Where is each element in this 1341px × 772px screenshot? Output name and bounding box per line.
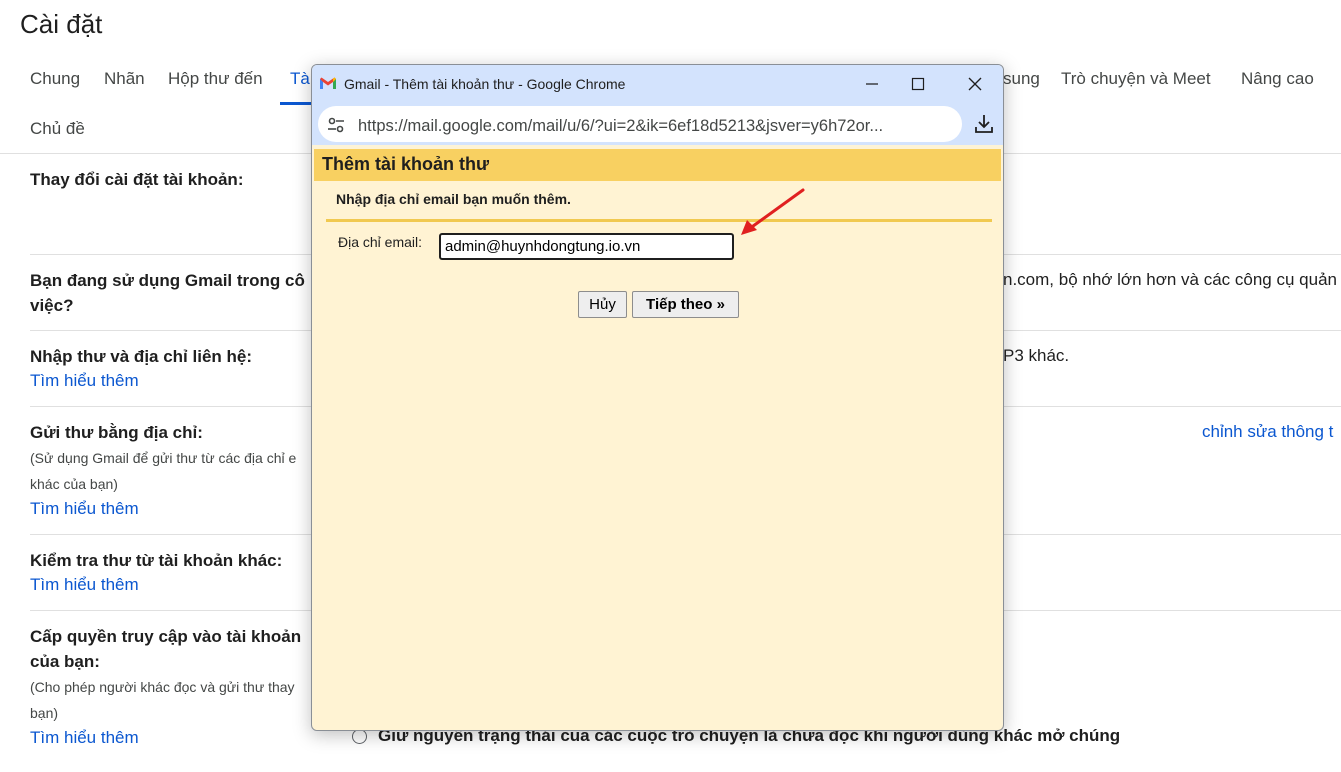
tab-labels[interactable]: Nhãn [104,69,145,89]
url-text[interactable]: https://mail.google.com/mail/u/6/?ui=2&i… [358,117,883,136]
minimize-icon [866,83,878,85]
section-title-import: Nhập thư và địa chỉ liên hệ: [30,347,253,366]
maximize-button[interactable] [895,65,941,103]
section-title-check-mail: Kiểm tra thư từ tài khoản khác: [30,551,283,570]
email-address-label: Địa chỉ email: [338,234,423,250]
dialog-title: Thêm tài khoản thư [322,154,490,174]
cancel-button[interactable]: Hủy [578,291,627,318]
grant-access-note-line2: bạn) [30,705,59,721]
send-as-note: (Sử dụng Gmail để gửi thư từ các địa chỉ… [30,450,297,466]
section-title-grant-access-line2: của bạn: [30,652,100,671]
dialog-instruction: Nhập địa chỉ email bạn muốn thêm. [336,191,571,207]
learn-more-link-send-as[interactable]: Tìm hiểu thêm [30,499,139,519]
tab-chat-meet[interactable]: Trò chuyện và Meet [1061,69,1211,89]
popup-window: Gmail - Thêm tài khoản thư - Google Chro… [311,64,1004,731]
tab-general[interactable]: Chung [30,69,80,89]
edit-info-link[interactable]: chỉnh sửa thông t [1202,422,1333,442]
section-title-workspace: Bạn đang sử dụng Gmail trong cô [30,271,305,290]
close-icon [968,77,982,91]
next-step-button[interactable]: Tiếp theo » [632,291,739,318]
section-title-account-change: Thay đổi cài đặt tài khoản: [30,170,244,189]
learn-more-link-grant-access[interactable]: Tìm hiểu thêm [30,728,139,748]
tab-addons[interactable]: sung [1003,69,1040,89]
email-address-input[interactable] [439,233,734,260]
import-description: P3 khác. [1003,346,1070,365]
annotation-arrow-icon [741,188,805,235]
mark-unread-radio[interactable] [352,729,367,744]
learn-more-link-check-mail[interactable]: Tìm hiểu thêm [30,575,139,595]
gmail-icon [320,77,336,89]
section-title-grant-access: Cấp quyền truy cập vào tài khoản [30,627,302,646]
dialog-body: Nhập địa chỉ email bạn muốn thêm. Địa ch… [314,181,1001,730]
send-as-note-line2: khác của bạn) [30,476,118,492]
workspace-description: n.com, bộ nhớ lớn hơn và các công cụ quả… [1003,270,1337,289]
dialog-header: Thêm tài khoản thư [314,149,1001,181]
section-title-workspace-line2: việc? [30,296,74,315]
close-window-button[interactable] [952,65,998,103]
section-title-send-as: Gửi thư bằng địa chỉ: [30,423,203,442]
tab-themes[interactable]: Chủ đề [30,119,85,139]
grant-access-note: (Cho phép người khác đọc và gửi thư thay [30,679,295,695]
window-title: Gmail - Thêm tài khoản thư - Google Chro… [344,76,626,92]
page-title: Cài đặt [20,9,103,39]
minimize-button[interactable] [849,65,895,103]
instruction-divider [326,219,992,222]
tab-inbox[interactable]: Hộp thư đến [168,69,263,89]
download-icon[interactable] [973,113,995,135]
site-settings-icon[interactable] [326,115,346,135]
learn-more-link-import[interactable]: Tìm hiểu thêm [30,371,139,391]
tab-advanced[interactable]: Nâng cao [1241,69,1314,89]
maximize-icon [911,77,925,91]
